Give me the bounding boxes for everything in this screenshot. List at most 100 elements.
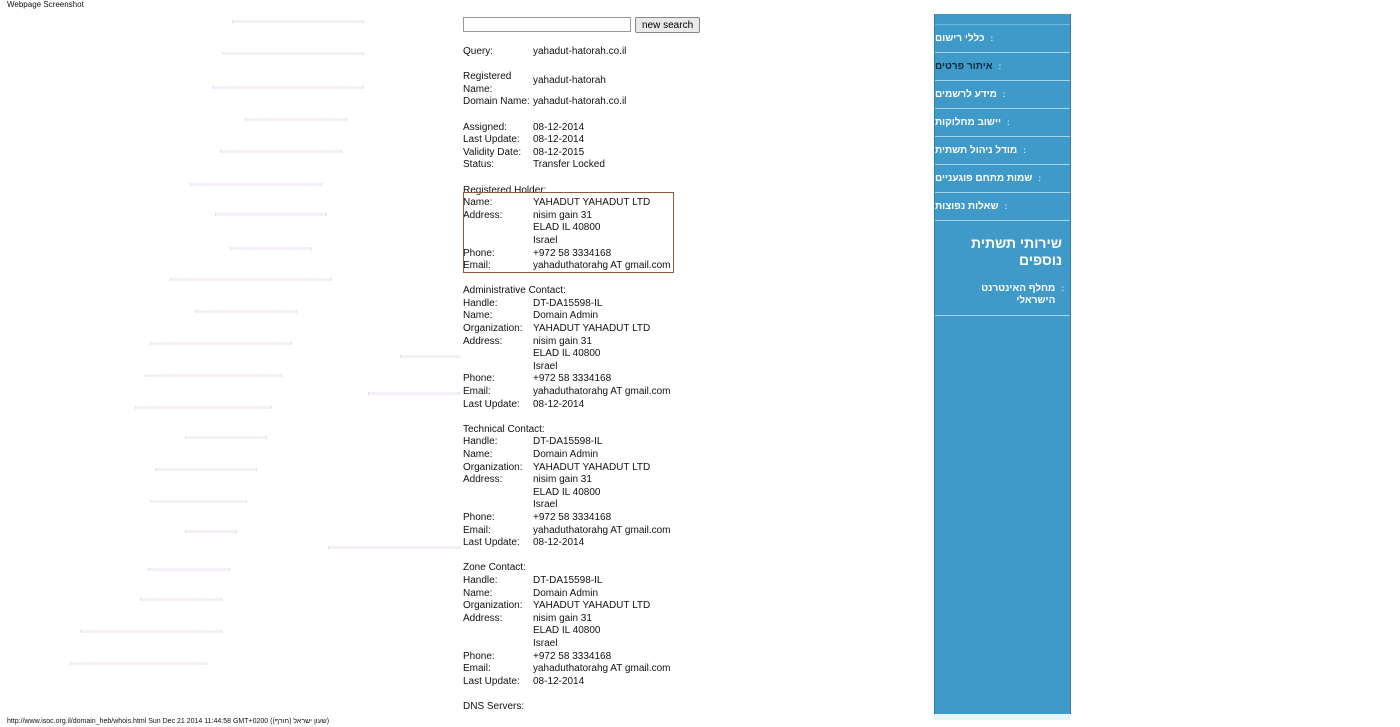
domain-name-value: yahadut-hatorah.co.il (533, 96, 627, 108)
zone-email-value: yahaduthatorahg AT gmail.com (533, 663, 671, 675)
status-value: Transfer Locked (533, 159, 605, 171)
admin-email-value: yahaduthatorahg AT gmail.com (533, 386, 671, 398)
admin-update-label: Last Update: (463, 398, 520, 410)
holder-address-line: ELAD IL 40800 (533, 222, 601, 234)
sidebar-footer-strip (934, 714, 1071, 720)
bullet-icon: : (1023, 146, 1026, 155)
tech-org-value: YAHADUT YAHADUT LTD (533, 461, 651, 473)
dns-title: DNS Servers: (463, 700, 525, 712)
sidebar-item-faq[interactable]: : שאלות נפוצות (935, 193, 1070, 221)
sidebar-item-find-details[interactable]: : איתור פרטים (935, 53, 1070, 81)
bullet-icon: : (990, 34, 994, 43)
admin-handle-label: Handle: (463, 297, 498, 309)
admin-name-value: Domain Admin (533, 310, 599, 322)
zone-address-label: Address: (463, 612, 503, 624)
holder-phone-value: +972 58 3334168 (533, 247, 612, 259)
zone-name-value: Domain Admin (533, 587, 599, 599)
holder-name-value: YAHADUT YAHADUT LTD (533, 197, 651, 209)
status-label: Status: (463, 159, 495, 171)
holder-name-label: Name: (463, 197, 493, 209)
bullet-icon: : (998, 62, 1002, 71)
sidebar-item-infrastructure-model[interactable]: : מודל ניהול תשתית (935, 137, 1070, 165)
admin-phone-value: +972 58 3334168 (533, 373, 612, 385)
admin-org-value: YAHADUT YAHADUT LTD (533, 323, 651, 335)
registered-name-value: yahadut-hatorah (533, 75, 606, 87)
tech-name-value: Domain Admin (533, 449, 599, 460)
bullet-icon: : (1007, 118, 1010, 127)
query-value: yahadut-hatorah.co.il (533, 46, 627, 57)
last-update-value: 08-12-2014 (533, 134, 585, 146)
admin-org-label: Organization: (463, 323, 523, 335)
zone-title: Zone Contact: (463, 562, 526, 574)
sidebar-item-registrar-info[interactable]: : מידע לרשמים (935, 81, 1070, 109)
tech-update-label: Last Update: (463, 537, 520, 549)
services-title: שירותי תשתית נוספים (970, 235, 1062, 268)
admin-address-line: ELAD IL 40800 (533, 348, 601, 360)
new-search-button[interactable]: new search (635, 17, 701, 33)
holder-title: Registered Holder: (463, 184, 547, 196)
holder-address-label: Address: (463, 209, 503, 221)
sidebar-item-iix[interactable]: : מחלף האינטרנט הישראלי (935, 277, 1070, 316)
zone-address-line: ELAD IL 40800 (533, 625, 601, 637)
sidebar-top-edge (935, 14, 1070, 25)
zone-address-line: nisim gain 31 (533, 612, 592, 624)
registered-name-label: Registered Name: (463, 71, 512, 95)
zone-address-line: Israel (533, 637, 558, 649)
holder-phone-label: Phone: (463, 247, 495, 259)
tech-address-label: Address: (463, 474, 503, 486)
holder-email-value: yahaduthatorahg AT gmail.com (533, 260, 671, 272)
tech-org-label: Organization: (463, 461, 523, 473)
admin-update-value: 08-12-2014 (533, 398, 585, 410)
bullet-icon: : (1002, 90, 1006, 99)
admin-handle-value: DT-DA15598-IL (533, 297, 603, 309)
zone-phone-value: +972 58 3334168 (533, 650, 612, 662)
search-form: new search (463, 17, 701, 33)
status-bar-url: http://www.isoc.org.il/domain_heb/whois.… (7, 718, 330, 725)
tech-phone-label: Phone: (463, 511, 495, 523)
tech-email-label: Email: (463, 524, 491, 536)
admin-email-label: Email: (463, 386, 491, 398)
assigned-label: Assigned: (463, 121, 507, 133)
whois-result: Query: yahadut-hatorah.co.il Registered Na… (463, 46, 763, 713)
zone-update-label: Last Update: (463, 675, 520, 687)
zone-org-label: Organization: (463, 600, 523, 612)
bullet-icon: : (1061, 284, 1064, 293)
zone-org-value: YAHADUT YAHADUT LTD (533, 600, 651, 612)
tech-update-value: 08-12-2014 (533, 537, 585, 549)
sidebar-item-registration-rules[interactable]: : כללי רישום (935, 25, 1070, 53)
sidebar-item-dispute-resolution[interactable]: : יישוב מחלוקות (935, 109, 1070, 137)
zone-phone-label: Phone: (463, 650, 495, 662)
tech-handle-value: DT-DA15598-IL (533, 436, 603, 448)
holder-email-label: Email: (463, 260, 491, 272)
holder-address-line: Israel (533, 234, 558, 246)
validity-value: 08-12-2015 (533, 146, 585, 158)
admin-address-line: Israel (533, 360, 558, 372)
tech-phone-value: +972 58 3334168 (533, 511, 612, 523)
holder-address-line: nisim gain 31 (533, 209, 592, 221)
zone-email-label: Email: (463, 663, 491, 675)
zone-update-value: 08-12-2014 (533, 675, 585, 687)
admin-phone-label: Phone: (463, 373, 495, 385)
admin-address-label: Address: (463, 335, 503, 347)
tech-address-line: ELAD IL 40800 (533, 486, 601, 498)
screenshot-caption: Webpage Screenshot (7, 0, 84, 9)
assigned-value: 08-12-2014 (533, 121, 585, 133)
sidebar: : כללי רישום : איתור פרטים : מידע לרשמים :י… (934, 14, 1071, 714)
tech-email-value: yahaduthatorahg AT gmail.com (533, 524, 671, 536)
tech-address-line: Israel (533, 499, 558, 511)
bullet-icon: : (1038, 174, 1042, 183)
tech-address-line: nisim gain 31 (533, 474, 592, 486)
domain-name-label: Domain Name: (463, 96, 530, 108)
tech-name-label: Name: (463, 449, 493, 460)
admin-address-line: nisim gain 31 (533, 335, 592, 347)
tech-handle-label: Handle: (463, 436, 498, 448)
sidebar-item-offensive-names[interactable]: : שמות מתחם פוגעניים (935, 165, 1070, 193)
validity-label: Validity Date: (463, 146, 522, 158)
zone-handle-value: DT-DA15598-IL (533, 574, 603, 586)
zone-name-label: Name: (463, 587, 493, 599)
admin-name-label: Name: (463, 310, 493, 322)
bullet-icon: : (1004, 202, 1008, 211)
search-input[interactable] (463, 17, 631, 32)
tech-title: Technical Contact: (463, 423, 545, 435)
ghost-overlay (0, 0, 460, 727)
